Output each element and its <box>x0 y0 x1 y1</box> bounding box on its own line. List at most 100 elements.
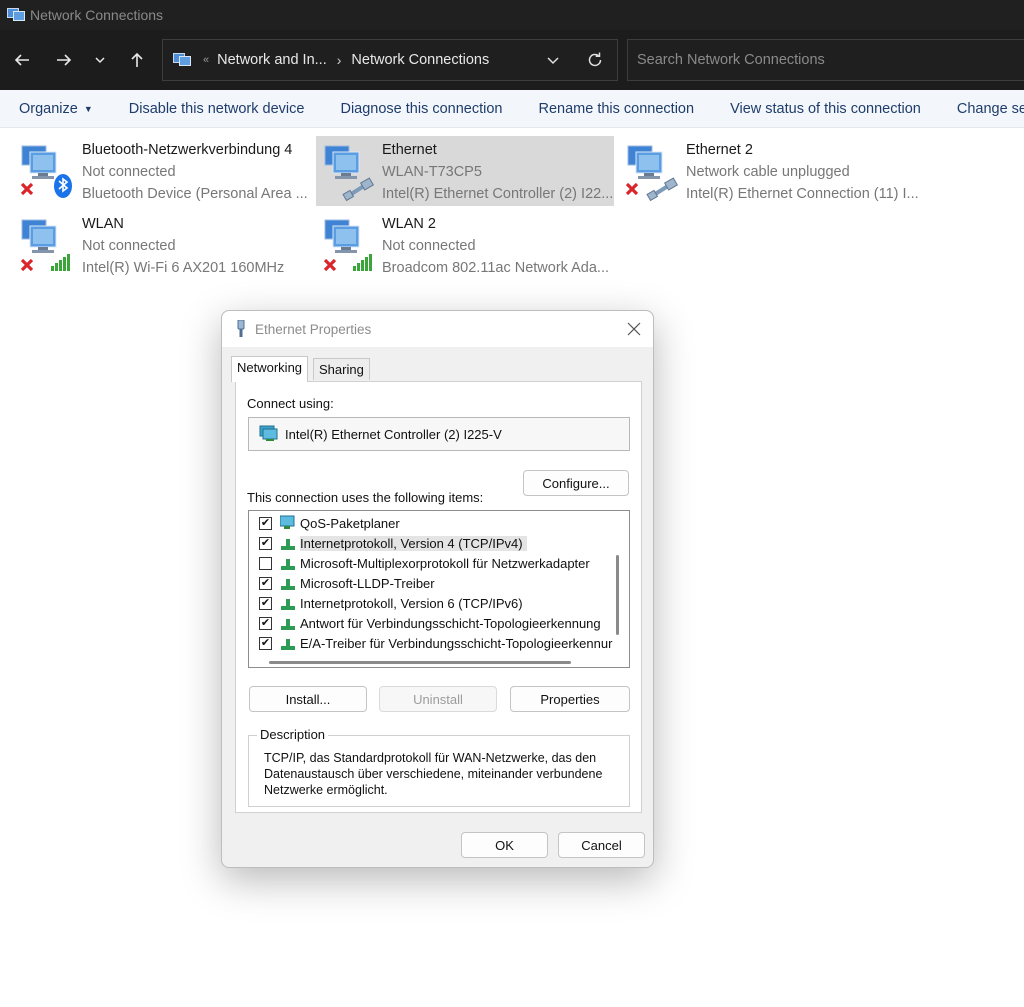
connection-name: WLAN <box>82 216 124 232</box>
organize-menu[interactable]: Organize ▼ <box>0 90 111 127</box>
item-label: Microsoft-LLDP-Treiber <box>300 575 435 591</box>
ethernet-properties-dialog: Ethernet Properties Networking Sharing C… <box>221 310 654 868</box>
description-label: Description <box>257 727 329 742</box>
item-label: E/A-Treiber für Verbindungsschicht-Topol… <box>300 635 613 651</box>
item-label: QoS-Paketplaner <box>300 515 400 531</box>
connection-tile-ethernet-2[interactable]: Ethernet 2 Network cable unplugged Intel… <box>620 136 919 206</box>
ethernet-plug-icon <box>237 320 245 337</box>
adapter-field: Intel(R) Ethernet Controller (2) I225-V <box>248 417 630 451</box>
breadcrumb-network-connections[interactable]: Network Connections <box>351 52 489 68</box>
connection-status: Network cable unplugged <box>686 164 850 180</box>
configure-button[interactable]: Configure... <box>523 470 629 496</box>
list-item[interactable]: ✔ Microsoft-LLDP-Treiber <box>259 573 435 593</box>
navigation-bar: « Network and In... › Network Connection… <box>0 30 1024 90</box>
connection-status: Not connected <box>82 238 176 254</box>
connection-items-list[interactable]: ✔ QoS-Paketplaner ✔ Internetprotokoll, V… <box>248 510 630 668</box>
wifi-network-icon <box>20 219 70 272</box>
cancel-button[interactable]: Cancel <box>558 832 645 858</box>
list-item[interactable]: ✔ Internetprotokoll, Version 6 (TCP/IPv6… <box>259 593 523 613</box>
connection-name: Ethernet <box>382 142 437 158</box>
caret-down-icon: ▼ <box>83 103 93 114</box>
uninstall-button[interactable]: Uninstall <box>379 686 497 712</box>
tab-sharing[interactable]: Sharing <box>313 358 370 380</box>
ok-button[interactable]: OK <box>461 832 548 858</box>
wifi-network-icon <box>323 219 372 272</box>
connect-using-label: Connect using: <box>247 396 334 411</box>
network-connections-icon <box>173 51 193 69</box>
list-item[interactable]: ✔ Internetprotokoll, Version 4 (TCP/IPv4… <box>259 533 527 553</box>
horizontal-scrollbar[interactable] <box>269 661 571 664</box>
rename-connection-button[interactable]: Rename this connection <box>521 90 713 127</box>
refresh-icon[interactable] <box>583 48 607 72</box>
protocol-icon <box>280 575 296 591</box>
list-item[interactable]: Microsoft-Multiplexorprotokoll für Netzw… <box>259 553 590 573</box>
search-box[interactable] <box>627 39 1024 81</box>
connection-status: Not connected <box>82 164 176 180</box>
connection-status: WLAN-T73CP5 <box>382 164 482 180</box>
dialog-title-bar[interactable]: Ethernet Properties <box>222 311 653 347</box>
item-checkbox[interactable]: ✔ <box>259 516 272 530</box>
item-checkbox[interactable]: ✔ <box>259 536 272 550</box>
item-label: Internetprotokoll, Version 6 (TCP/IPv6) <box>300 595 523 611</box>
connection-name: WLAN 2 <box>382 216 436 232</box>
item-checkbox[interactable]: ✔ <box>259 636 272 650</box>
disable-device-button[interactable]: Disable this network device <box>111 90 323 127</box>
organize-label: Organize <box>19 100 78 117</box>
connection-device: Intel(R) Wi-Fi 6 AX201 160MHz <box>82 260 285 276</box>
recent-locations-chevron-icon[interactable] <box>86 46 114 74</box>
protocol-icon <box>280 535 296 551</box>
connection-name: Ethernet 2 <box>686 142 753 158</box>
diagnose-connection-button[interactable]: Diagnose this connection <box>322 90 520 127</box>
adapter-name: Intel(R) Ethernet Controller (2) I225-V <box>285 426 502 442</box>
forward-arrow-icon[interactable] <box>50 46 78 74</box>
qos-icon <box>279 515 296 531</box>
connection-tile-ethernet[interactable]: Ethernet WLAN-T73CP5 Intel(R) Ethernet C… <box>316 136 614 206</box>
address-bar[interactable]: « Network and In... › Network Connection… <box>162 39 618 81</box>
connection-tile-wlan-2[interactable]: WLAN 2 Not connected Broadcom 802.11ac N… <box>316 210 614 280</box>
tab-networking[interactable]: Networking <box>231 356 309 382</box>
properties-button[interactable]: Properties <box>510 686 630 712</box>
item-label: Antwort für Verbindungsschicht-Topologie… <box>300 615 601 631</box>
protocol-icon <box>280 595 296 611</box>
protocol-icon <box>280 555 296 571</box>
list-item[interactable]: ✔ Antwort für Verbindungsschicht-Topolog… <box>259 613 601 633</box>
title-bar: Network Connections <box>0 0 1024 30</box>
protocol-icon <box>280 615 296 631</box>
item-label: Microsoft-Multiplexorprotokoll für Netzw… <box>300 555 590 571</box>
close-icon[interactable] <box>622 317 646 341</box>
item-checkbox[interactable] <box>259 556 272 570</box>
up-arrow-icon[interactable] <box>123 46 151 74</box>
description-text: TCP/IP, das Standardprotokoll für WAN-Ne… <box>264 751 603 797</box>
command-bar: Organize ▼ Disable this network device D… <box>0 90 1024 128</box>
breadcrumb-separator-icon[interactable]: › <box>337 52 342 68</box>
item-label: Internetprotokoll, Version 4 (TCP/IPv4) <box>300 535 527 551</box>
networking-tab-panel: Connect using: Intel(R) Ethernet Control… <box>235 381 642 813</box>
dialog-title: Ethernet Properties <box>255 322 372 337</box>
breadcrumb-network-and-internet[interactable]: Network and In... <box>217 52 327 68</box>
connection-device: Intel(R) Ethernet Controller (2) I22... <box>382 186 614 202</box>
search-input[interactable] <box>637 52 997 68</box>
items-list-label: This connection uses the following items… <box>247 490 484 505</box>
network-connections-icon <box>6 5 26 25</box>
connection-tile-bluetooth[interactable]: Bluetooth-Netzwerkverbindung 4 Not conne… <box>16 136 314 206</box>
list-item[interactable]: ✔ E/A-Treiber für Verbindungsschicht-Top… <box>259 633 612 653</box>
connection-device: Intel(R) Ethernet Connection (11) I... <box>686 186 919 202</box>
window-title: Network Connections <box>30 7 164 23</box>
back-arrow-icon[interactable] <box>8 46 36 74</box>
connection-device: Bluetooth Device (Personal Area ... <box>82 186 308 202</box>
breadcrumb-overflow-icon[interactable]: « <box>203 54 209 66</box>
bluetooth-network-icon <box>20 145 72 198</box>
item-checkbox[interactable]: ✔ <box>259 576 272 590</box>
address-dropdown-chevron-icon[interactable] <box>541 48 565 72</box>
view-status-button[interactable]: View status of this connection <box>712 90 939 127</box>
change-settings-button[interactable]: Change settin <box>939 90 1024 127</box>
vertical-scrollbar[interactable] <box>616 555 619 635</box>
item-checkbox[interactable]: ✔ <box>259 616 272 630</box>
item-checkbox[interactable]: ✔ <box>259 596 272 610</box>
ethernet-network-icon <box>324 145 375 202</box>
network-adapter-icon <box>259 425 279 443</box>
description-group: Description TCP/IP, das Standardprotokol… <box>248 727 630 807</box>
list-item[interactable]: ✔ QoS-Paketplaner <box>259 513 400 533</box>
connection-tile-wlan[interactable]: WLAN Not connected Intel(R) Wi-Fi 6 AX20… <box>16 210 314 280</box>
install-button[interactable]: Install... <box>249 686 367 712</box>
